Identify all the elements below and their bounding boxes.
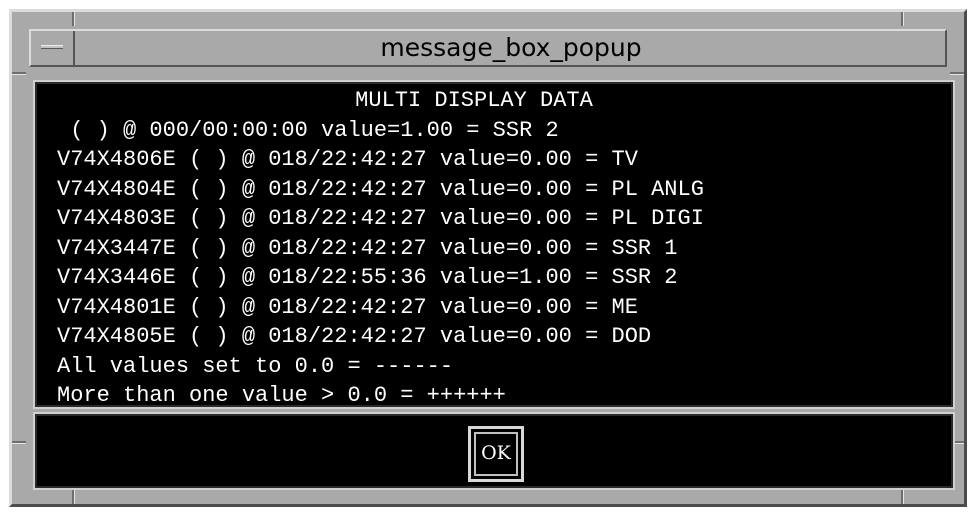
frame-corner-left-top[interactable] xyxy=(12,72,26,75)
frame-corner-right-top[interactable] xyxy=(950,72,964,75)
message-line: V74X4803E ( ) @ 018/22:42:27 value=0.00 … xyxy=(57,206,704,231)
window-menu-icon xyxy=(41,45,63,49)
message-line: V74X3447E ( ) @ 018/22:42:27 value=0.00 … xyxy=(57,235,678,261)
message-line: V74X4806E ( ) @ 018/22:42:27 value=0.00 … xyxy=(57,147,638,172)
ok-button-label: OK xyxy=(474,432,518,476)
ok-button[interactable]: OK xyxy=(468,426,524,482)
message-line: V74X4801E ( ) @ 018/22:42:27 value=0.00 … xyxy=(57,294,638,320)
message-line: V74X4804E ( ) @ 018/22:42:27 value=0.00 … xyxy=(57,176,704,202)
frame-corner-top-right[interactable] xyxy=(901,12,904,26)
message-line: V74X4805E ( ) @ 018/22:42:27 value=0.00 … xyxy=(57,324,652,349)
frame-corner-bottom-right[interactable] xyxy=(901,490,904,504)
message-box-window: message_box_popup MULTI DISPLAY DATA ( )… xyxy=(9,9,967,507)
message-line: More than one value > 0.0 = ++++++ xyxy=(57,383,506,408)
message-line: ( ) @ 000/00:00:00 value=1.00 = SSR 2 xyxy=(57,117,559,143)
message-area: MULTI DISPLAY DATA ( ) @ 000/00:00:00 va… xyxy=(33,80,955,409)
frame-corner-left-bottom[interactable] xyxy=(12,441,26,444)
message-line: All values set to 0.0 = ------ xyxy=(57,353,454,379)
title-bar[interactable]: message_box_popup xyxy=(29,29,947,67)
window-menu-button[interactable] xyxy=(31,31,75,65)
message-line: V74X3446E ( ) @ 018/22:55:36 value=1.00 … xyxy=(57,265,678,290)
window-title: message_box_popup xyxy=(380,33,642,62)
frame-corner-bottom-left[interactable] xyxy=(72,490,75,504)
frame-corner-top-left[interactable] xyxy=(72,12,75,26)
message-heading: MULTI DISPLAY DATA xyxy=(355,88,593,113)
button-area: OK xyxy=(33,412,955,490)
